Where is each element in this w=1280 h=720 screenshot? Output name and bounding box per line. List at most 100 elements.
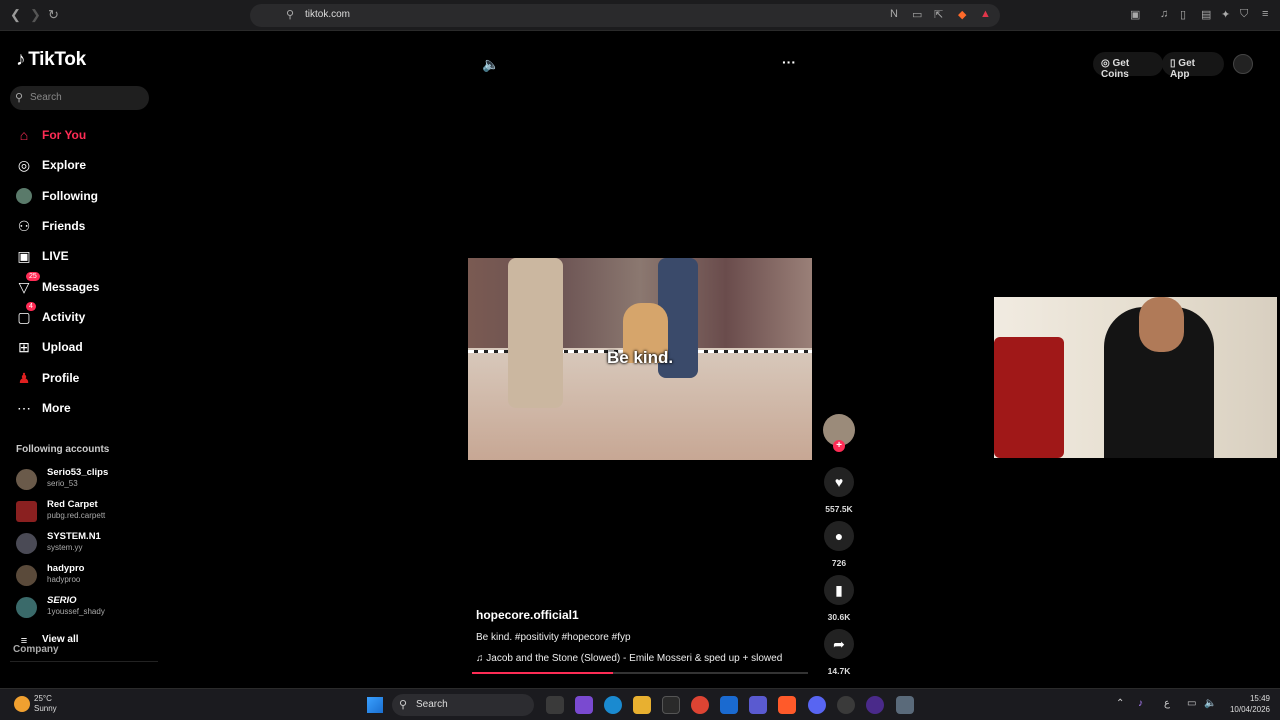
wallet-icon[interactable]: ▤ — [1201, 8, 1211, 21]
comment-icon: ● — [834, 528, 844, 544]
tabs-icon[interactable]: ▣ — [1130, 8, 1140, 21]
webcam-head — [1139, 297, 1184, 352]
volume-icon[interactable]: 🔈 — [482, 56, 499, 73]
nav-label: Profile — [42, 371, 80, 385]
user-avatar[interactable] — [1233, 54, 1253, 74]
edge-icon[interactable] — [604, 696, 622, 714]
cast-icon[interactable]: ▭ — [912, 8, 922, 21]
video-music[interactable]: ♫ Jacob and the Stone (Slowed) - Emile M… — [476, 653, 782, 664]
nav-upload[interactable]: ⊞ Upload — [16, 337, 156, 359]
volume-tray-icon[interactable]: 🔈 — [1204, 698, 1216, 709]
activity-icon: ▢ — [17, 309, 31, 325]
search-placeholder: Search — [30, 92, 62, 103]
nav-friends[interactable]: ⚇ Friends — [16, 216, 156, 238]
address-bar[interactable]: ⚲ tiktok.com N ▭ ⇱ ◆ ▲ — [250, 4, 1000, 27]
app-icon[interactable] — [866, 696, 884, 714]
following-account[interactable]: Red Carpet pubg.red.carpett — [16, 499, 156, 525]
avatar — [16, 533, 37, 554]
nav-following[interactable]: Following — [16, 186, 156, 208]
music-title: Jacob and the Stone (Slowed) - Emile Mos… — [486, 653, 783, 664]
following-account[interactable]: hadypro hadyproo — [16, 563, 156, 589]
clock-time: 15:49 — [1249, 694, 1270, 703]
translate-icon[interactable]: N — [890, 8, 898, 20]
back-icon[interactable]: ❮ — [10, 7, 21, 23]
video-figure — [508, 258, 563, 408]
like-button[interactable]: ♥ — [824, 467, 854, 497]
taskbar-search[interactable]: ⚲ Search — [392, 694, 534, 716]
get-app-button[interactable]: ▯ Get App — [1162, 52, 1224, 80]
follow-button[interactable]: + — [833, 440, 845, 452]
tiktok-note-icon: ♪ — [16, 49, 26, 70]
compass-icon: ◎ — [17, 157, 31, 173]
obs-icon[interactable] — [837, 696, 855, 714]
more-options-icon[interactable]: ··· — [782, 54, 796, 70]
nav-label: Upload — [42, 340, 83, 354]
weather-widget[interactable]: 25°C Sunny — [34, 694, 57, 714]
following-account[interactable]: SYSTEM.N1 system.yy — [16, 531, 156, 557]
search-input[interactable]: ⚲ Search — [10, 86, 149, 110]
save-button[interactable]: ▮ — [824, 575, 854, 605]
store-icon[interactable] — [662, 696, 680, 714]
language-icon[interactable]: ع — [1164, 698, 1170, 709]
following-account[interactable]: Serio53_clips serio_53 — [16, 467, 156, 493]
nav-label: Activity — [42, 310, 86, 324]
share-button[interactable]: ➦ — [824, 629, 854, 659]
chrome-icon[interactable] — [691, 696, 709, 714]
copilot-icon[interactable] — [575, 696, 593, 714]
rewards-icon[interactable]: ▲ — [980, 8, 991, 20]
settings-icon[interactable] — [896, 696, 914, 714]
video-author[interactable]: hopecore.official1 — [476, 608, 579, 622]
home-icon: ⌂ — [19, 127, 29, 143]
messages-icon: ▽ — [18, 279, 30, 295]
nav-messages[interactable]: ▽ 25 Messages — [16, 272, 156, 299]
save-count: 30.6K — [827, 612, 851, 622]
nav-profile[interactable]: ♟ Profile — [16, 368, 156, 390]
avatar — [16, 501, 37, 522]
brave-shield-icon[interactable]: ◆ — [958, 8, 966, 21]
nav-label: Friends — [42, 219, 86, 233]
task-view-icon[interactable] — [546, 696, 564, 714]
video-description: Be kind. #positivity #hopecore #fyp — [476, 632, 631, 643]
reload-icon[interactable]: ↻ — [48, 7, 59, 23]
forward-icon[interactable]: ❯ — [30, 7, 41, 23]
account-handle: system.yy — [47, 543, 83, 552]
following-account[interactable]: SERIO 1youssef_shady — [16, 595, 156, 621]
menu-icon[interactable]: ≡ — [1262, 8, 1268, 20]
get-coins-button[interactable]: ◎ Get Coins — [1093, 52, 1163, 80]
site-info-icon[interactable]: ⚲ — [286, 8, 294, 21]
ai-icon[interactable]: ✦ — [1221, 8, 1230, 21]
music-icon[interactable]: ♫ — [1160, 8, 1168, 20]
comment-button[interactable]: ● — [824, 521, 854, 551]
discord-icon[interactable] — [808, 696, 826, 714]
nav-more[interactable]: ⋯ More — [16, 398, 156, 420]
vpn-icon[interactable]: ⛉ — [1240, 8, 1248, 21]
video-progress-fill — [472, 672, 614, 674]
video-player[interactable]: Be kind. — [468, 258, 812, 460]
temperature: 25°C — [34, 694, 52, 703]
file-explorer-icon[interactable] — [633, 696, 651, 714]
profile-icon: ♟ — [17, 370, 31, 386]
mail-icon[interactable] — [720, 696, 738, 714]
nav-for-you[interactable]: ⌂ For You — [16, 125, 156, 147]
nav-explore[interactable]: ◎ Explore — [16, 155, 156, 177]
teams-icon[interactable] — [749, 696, 767, 714]
start-icon[interactable] — [367, 697, 383, 713]
brave-icon[interactable] — [778, 696, 796, 714]
tiktok-logo[interactable]: ♪ TikTok — [16, 49, 86, 71]
tray-chevron-icon[interactable]: ⌃ — [1116, 698, 1124, 709]
nav-label: More — [42, 401, 71, 415]
nav-activity[interactable]: ▢ 4 Activity — [16, 302, 156, 329]
network-icon[interactable]: ▭ — [1187, 698, 1196, 709]
video-progress-bar[interactable] — [472, 672, 808, 674]
sidebar-icon[interactable]: ▯ — [1180, 8, 1186, 21]
company-link[interactable]: Company — [13, 644, 59, 655]
sidebar: ♪ TikTok ⚲ Search ⌂ For You ◎ Explore Fol… — [0, 31, 160, 688]
share-icon[interactable]: ⇱ — [934, 8, 943, 21]
nav-live[interactable]: ▣ LIVE — [16, 246, 156, 268]
more-icon: ⋯ — [17, 400, 31, 416]
mic-icon[interactable]: ♪ — [1138, 698, 1143, 709]
system-clock[interactable]: 15:49 10/04/2026 — [1224, 693, 1270, 715]
weather-condition: Sunny — [34, 704, 57, 713]
video-caption-overlay: Be kind. — [606, 348, 674, 367]
weather-icon[interactable] — [14, 696, 30, 712]
